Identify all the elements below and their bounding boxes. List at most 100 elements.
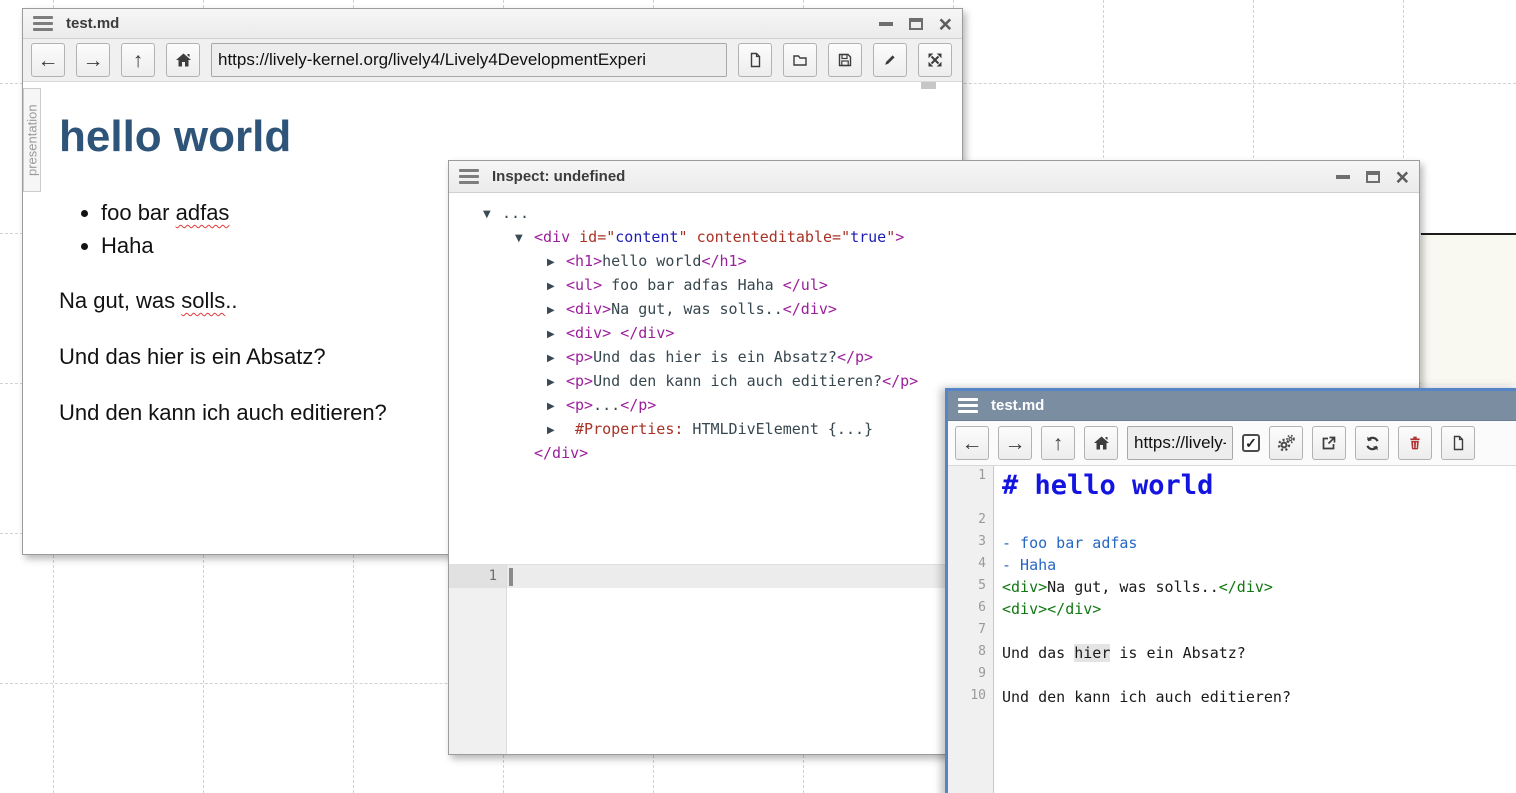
text-segment: contenteditable= xyxy=(697,228,842,246)
code-text[interactable]: <div></div> xyxy=(994,598,1516,620)
expand-triangle-icon[interactable]: ▶ xyxy=(547,420,566,442)
text-segment: </div> xyxy=(534,444,588,462)
open-external-button[interactable] xyxy=(1312,426,1346,460)
edit-button[interactable] xyxy=(873,43,907,77)
dom-tree-row[interactable]: ▶<p>Und das hier is ein Absatz?</p> xyxy=(449,346,1419,370)
code-text[interactable]: <div>Na gut, was solls..</div> xyxy=(994,576,1516,598)
up-button[interactable]: ↑ xyxy=(121,43,155,77)
code-line[interactable]: 2 xyxy=(948,510,1516,532)
reload-button[interactable] xyxy=(1355,426,1389,460)
close-button[interactable]: × xyxy=(1396,170,1409,184)
code-area[interactable] xyxy=(994,708,1516,793)
dom-tree-row[interactable]: ▶<ul> foo bar adfas Haha </ul> xyxy=(449,274,1419,298)
code-text[interactable]: # hello world xyxy=(994,466,1516,510)
code-line[interactable]: 3- foo bar adfas xyxy=(948,532,1516,554)
close-button[interactable]: × xyxy=(939,17,952,31)
menu-icon[interactable] xyxy=(459,169,479,184)
text-segment: " xyxy=(841,228,850,246)
text-segment: </h1> xyxy=(701,252,746,270)
folder-button[interactable] xyxy=(783,43,817,77)
check-icon: ✓ xyxy=(1245,435,1257,452)
expand-triangle-icon[interactable]: ▶ xyxy=(547,348,566,370)
code-text[interactable]: Und das hier is ein Absatz? xyxy=(994,642,1516,664)
text-segment: is ein Absatz? xyxy=(1110,644,1245,662)
back-button[interactable]: ← xyxy=(31,43,65,77)
save-button[interactable] xyxy=(828,43,862,77)
delete-button[interactable] xyxy=(1398,426,1432,460)
text-segment: </p> xyxy=(882,372,918,390)
window3-titlebar[interactable]: test.md xyxy=(948,391,1516,421)
code-text[interactable]: - foo bar adfas xyxy=(994,532,1516,554)
expand-triangle-icon[interactable]: ▶ xyxy=(547,396,566,418)
collapse-triangle-icon[interactable]: ▼ xyxy=(515,228,534,250)
scrollbar-thumb[interactable] xyxy=(921,82,936,89)
source-editor[interactable]: 1# hello world23- foo bar adfas4- Haha5<… xyxy=(948,466,1516,793)
text-segment: " xyxy=(886,228,895,246)
text-segment: Haha xyxy=(101,233,154,258)
code-text[interactable] xyxy=(994,664,1516,686)
code-line[interactable]: 4- Haha xyxy=(948,554,1516,576)
dom-tree-row[interactable]: ▶<div> </div> xyxy=(449,322,1419,346)
window1-toolbar: ← → ↑ xyxy=(23,39,962,82)
expand-triangle-icon[interactable]: ▶ xyxy=(547,324,566,346)
expand-triangle-icon[interactable]: ▶ xyxy=(547,252,566,274)
url-input[interactable] xyxy=(211,43,727,77)
home-button[interactable] xyxy=(166,43,200,77)
new-file-button[interactable] xyxy=(738,43,772,77)
expand-triangle-icon[interactable]: ▶ xyxy=(547,372,566,394)
code-line[interactable]: 1# hello world xyxy=(948,466,1516,510)
text-segment: </p> xyxy=(837,348,873,366)
text-cursor xyxy=(509,568,513,586)
code-text[interactable]: - Haha xyxy=(994,554,1516,576)
code-line[interactable]: 10Und den kann ich auch editieren? xyxy=(948,686,1516,708)
dom-tree-row[interactable]: ▶<h1>hello world</h1> xyxy=(449,250,1419,274)
window1-titlebar[interactable]: test.md × xyxy=(23,9,962,39)
text-segment: <p> xyxy=(566,372,593,390)
up-button[interactable]: ↑ xyxy=(1041,426,1075,460)
forward-button[interactable]: → xyxy=(998,426,1032,460)
text-segment: </div> xyxy=(1219,578,1273,596)
text-segment: foo bar xyxy=(101,200,176,225)
forward-button[interactable]: → xyxy=(76,43,110,77)
code-text[interactable] xyxy=(994,510,1516,532)
auto-update-checkbox[interactable]: ✓ xyxy=(1242,434,1260,452)
code-line[interactable]: 9 xyxy=(948,664,1516,686)
line-number: 6 xyxy=(948,598,994,620)
expand-button[interactable] xyxy=(918,43,952,77)
maximize-button[interactable] xyxy=(909,18,923,30)
code-line[interactable]: 8Und das hier is ein Absatz? xyxy=(948,642,1516,664)
code-line[interactable]: 6<div></div> xyxy=(948,598,1516,620)
window2-titlebar[interactable]: Inspect: undefined × xyxy=(449,161,1419,193)
dom-tree-row[interactable]: ▶<div>Na gut, was solls..</div> xyxy=(449,298,1419,322)
dom-tree-row[interactable]: ▼... xyxy=(449,202,1419,226)
settings-button[interactable] xyxy=(1269,426,1303,460)
collapse-triangle-icon[interactable]: ▼ xyxy=(483,204,502,226)
presentation-tab[interactable]: presentation xyxy=(23,88,41,192)
code-text[interactable] xyxy=(994,620,1516,642)
menu-icon[interactable] xyxy=(958,398,978,413)
url-input[interactable] xyxy=(1127,426,1233,460)
menu-icon[interactable] xyxy=(33,16,53,31)
expand-triangle-icon[interactable]: ▶ xyxy=(547,300,566,322)
maximize-button[interactable] xyxy=(1366,171,1380,183)
code-line[interactable]: 7 xyxy=(948,620,1516,642)
save-icon xyxy=(837,52,853,68)
expand-triangle-icon[interactable]: ▶ xyxy=(547,276,566,298)
text-segment: content xyxy=(615,228,678,246)
new-file-icon xyxy=(747,52,763,68)
text-segment: ... xyxy=(502,204,529,222)
code-line[interactable]: 5<div>Na gut, was solls..</div> xyxy=(948,576,1516,598)
back-button[interactable]: ← xyxy=(955,426,989,460)
text-segment: solls xyxy=(181,288,225,313)
code-text[interactable]: Und den kann ich auch editieren? xyxy=(994,686,1516,708)
text-segment: <div xyxy=(534,228,579,246)
window-markdown-editor: test.md ← → ↑ ✓ 1# hello world23- foo ba… xyxy=(945,388,1516,793)
minimize-button[interactable] xyxy=(879,22,893,26)
minimize-button[interactable] xyxy=(1336,175,1350,179)
preview-heading: hello world xyxy=(59,112,922,162)
new-file-button[interactable] xyxy=(1441,426,1475,460)
text-segment: Und das hier is ein Absatz? xyxy=(593,348,837,366)
dom-tree-row[interactable]: ▼<div id="content" contenteditable="true… xyxy=(449,226,1419,250)
home-button[interactable] xyxy=(1084,426,1118,460)
text-segment: Na gut, was xyxy=(59,288,181,313)
